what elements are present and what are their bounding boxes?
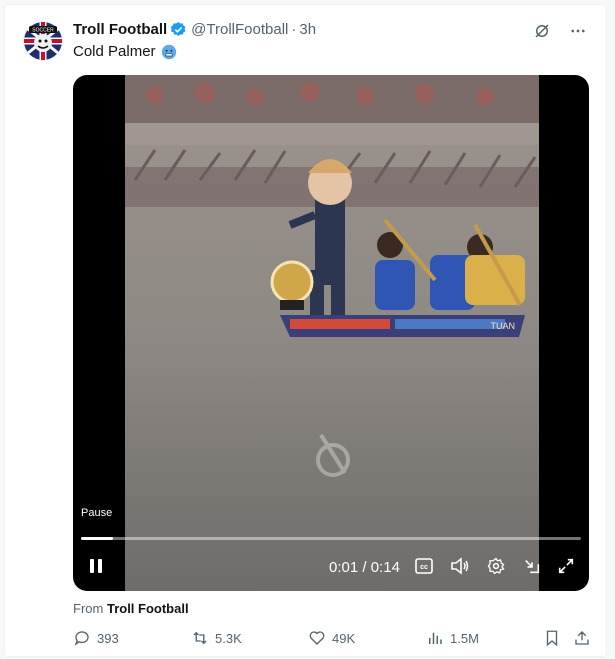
reply-count: 393: [97, 630, 119, 646]
avatar-text: SOCCER: [32, 28, 54, 34]
captions-button[interactable]: cc: [413, 555, 435, 577]
grok-icon[interactable]: [532, 21, 552, 41]
current-time: 0:01: [329, 559, 359, 576]
tweet-text-content: Cold Palmer: [73, 43, 156, 60]
repost-icon: [193, 631, 207, 645]
reply-icon: [74, 631, 89, 646]
svg-text:cc: cc: [420, 564, 428, 571]
from-attribution: From Troll Football: [73, 601, 189, 616]
author-name[interactable]: Troll Football: [73, 21, 167, 38]
repost-count: 5.3K: [215, 630, 242, 646]
share-icon: [575, 631, 589, 645]
avatar[interactable]: SOCCER: [23, 21, 63, 61]
separator-dot: ·: [291, 21, 297, 38]
dock-icon: [525, 560, 540, 574]
duration: 0:14: [370, 559, 400, 576]
boat-label: TUAN: [491, 321, 516, 331]
captions-icon: cc: [415, 558, 433, 574]
like-count: 49K: [332, 630, 356, 646]
header-actions: [532, 21, 588, 41]
video-progress-fill: [81, 537, 113, 540]
from-source[interactable]: Troll Football: [107, 601, 189, 616]
share-button[interactable]: [573, 629, 591, 647]
settings-button[interactable]: [485, 555, 507, 577]
bookmark-button[interactable]: [543, 629, 561, 647]
volume-button[interactable]: [449, 555, 471, 577]
tweet-text: Cold Palmer: [73, 43, 177, 60]
heart-icon: [309, 631, 325, 645]
dock-button[interactable]: [521, 555, 543, 577]
fullscreen-button[interactable]: [555, 555, 577, 577]
repost-button[interactable]: 5.3K: [191, 629, 242, 647]
tweet-card[interactable]: SOCCER Troll Football @TrollFootball · 3…: [4, 4, 607, 657]
verified-badge-icon: [171, 22, 186, 36]
analytics-icon: [429, 632, 442, 644]
more-options-icon[interactable]: [568, 21, 588, 41]
video-frame: TUAN: [125, 75, 539, 591]
video-controls: 0:01 / 0:14 cc: [73, 545, 589, 585]
pause-tooltip: Pause: [81, 507, 113, 519]
time-separator: /: [362, 559, 367, 576]
like-button[interactable]: 49K: [308, 629, 355, 647]
gear-icon: [487, 557, 505, 575]
time-display: 0:01 / 0:14: [329, 559, 400, 576]
fullscreen-icon: [558, 558, 574, 574]
cold-face-icon: [161, 44, 176, 59]
timestamp[interactable]: 3h: [299, 21, 316, 38]
action-bar: 393 5.3K 49K 1.5M: [73, 629, 593, 651]
volume-icon: [451, 557, 469, 575]
author-handle[interactable]: @TrollFootball: [191, 21, 288, 38]
pause-icon: [90, 559, 102, 573]
video-progress-bar[interactable]: [81, 537, 581, 540]
video-player[interactable]: TUAN Pause 0:01 / 0:14 cc: [73, 75, 589, 591]
views-button[interactable]: 1.5M: [426, 629, 479, 647]
reply-button[interactable]: 393: [73, 629, 119, 647]
view-count: 1.5M: [450, 630, 479, 646]
pause-button[interactable]: [81, 551, 111, 581]
tweet-header: Troll Football @TrollFootball · 3h: [73, 21, 316, 38]
bookmark-icon: [546, 630, 558, 647]
from-prefix: From: [73, 601, 104, 616]
